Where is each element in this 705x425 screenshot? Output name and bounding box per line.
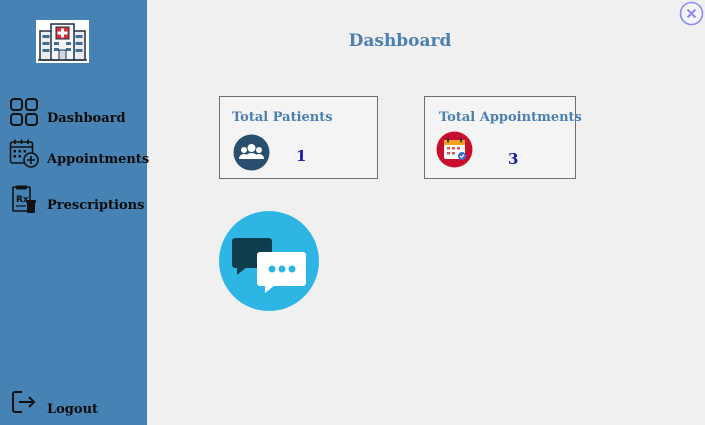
card-title: Total Appointments [439,110,582,125]
logout-icon [12,391,36,413]
hospital-logo [36,20,89,63]
total-appointments-value: 3 [508,150,519,168]
svg-text:Rx: Rx [16,195,29,205]
sidebar-item-prescriptions[interactable]: Rx Prescriptions [0,185,147,219]
grid-icon [10,98,38,126]
patients-icon [233,134,270,171]
page-title: Dashboard [348,31,452,51]
card-title: Total Patients [232,110,333,125]
logout-button[interactable]: Logout [0,388,147,422]
hospital-icon [38,23,87,61]
total-patients-value: 1 [296,147,307,165]
total-patients-card: Total Patients 1 [219,96,378,179]
calendar-icon [436,131,473,168]
prescription-icon: Rx [12,185,36,213]
calendar-add-icon [9,139,39,168]
sidebar-item-label: Dashboard [47,111,126,126]
sidebar-item-label: Prescriptions [47,198,145,213]
sidebar-item-appointments[interactable]: Appointments [0,138,150,172]
chat-bubbles-icon[interactable] [219,211,319,311]
sidebar-item-label: Appointments [47,152,150,167]
sidebar-item-dashboard[interactable]: Dashboard [0,97,147,131]
logout-label: Logout [47,402,99,417]
close-icon[interactable] [679,1,704,26]
sidebar: Dashboard Appointments Rx Prescriptions … [0,0,150,425]
total-appointments-card: Total Appointments 3 [424,96,582,179]
